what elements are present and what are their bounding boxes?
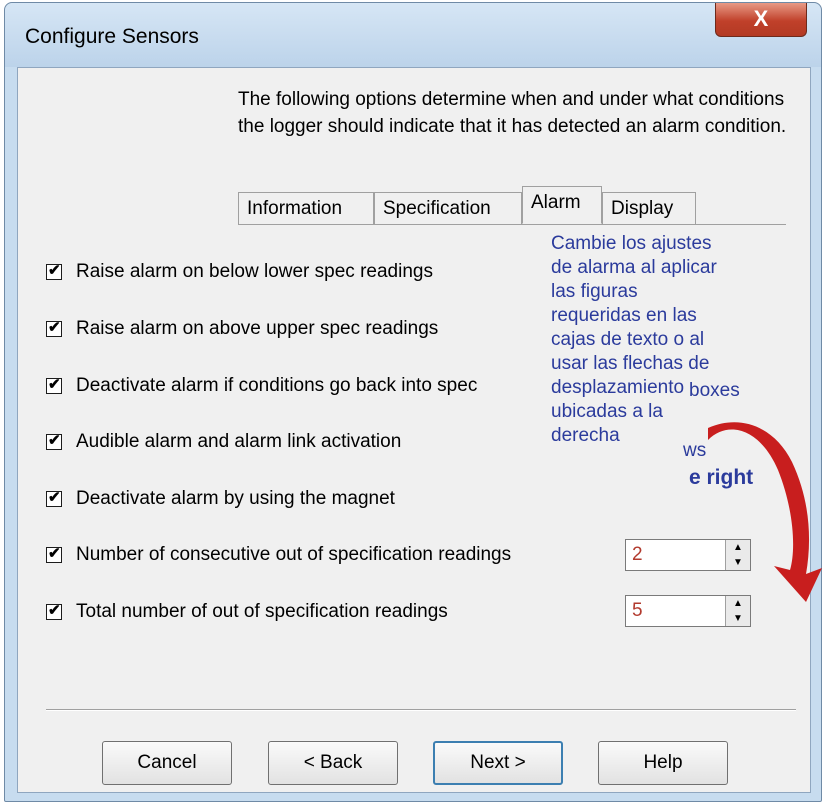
- option-label: Raise alarm on above upper spec readings: [76, 318, 439, 339]
- option-above-upper-spec[interactable]: ✔ Raise alarm on above upper spec readin…: [46, 316, 438, 342]
- annotation-line: derecha: [551, 425, 620, 446]
- option-label: Raise alarm on below lower spec readings: [76, 261, 433, 282]
- spinner-value[interactable]: 2: [632, 544, 643, 566]
- option-total-readings[interactable]: ✔ Total number of out of specification r…: [46, 599, 448, 625]
- annotation-line: Cambie los ajustes: [551, 233, 712, 254]
- checkbox[interactable]: ✔: [46, 262, 62, 280]
- option-label: Total number of out of specification rea…: [76, 601, 448, 622]
- option-deactivate-back-in-spec[interactable]: ✔ Deactivate alarm if conditions go back…: [46, 373, 477, 399]
- annotation-line: cajas de texto o al: [551, 329, 705, 350]
- tab-label: Information: [247, 198, 343, 219]
- option-label: Number of consecutive out of specificati…: [76, 544, 512, 565]
- check-icon: ✔: [48, 489, 61, 506]
- check-icon: ✔: [48, 262, 61, 279]
- annotation-line: las figuras: [551, 281, 638, 302]
- option-deactivate-magnet[interactable]: ✔ Deactivate alarm by using the magnet: [46, 486, 395, 512]
- tab-display[interactable]: Display: [602, 192, 696, 224]
- tab-divider: [238, 224, 786, 225]
- tab-alarm[interactable]: Alarm: [522, 186, 602, 224]
- annotation-note: Cambie los ajustes de alarma al aplicar …: [551, 232, 771, 448]
- check-icon: ✔: [48, 319, 61, 336]
- description-text: The following options determine when and…: [238, 89, 787, 137]
- button-label: Next >: [470, 752, 526, 773]
- annotation-line: requeridas en las: [551, 305, 697, 326]
- title-bar[interactable]: Configure Sensors X: [5, 3, 821, 67]
- check-icon: ✔: [48, 432, 61, 449]
- tab-specification[interactable]: Specification: [374, 192, 522, 224]
- window-title: Configure Sensors: [25, 25, 199, 48]
- option-label: Deactivate alarm if conditions go back i…: [76, 375, 478, 396]
- tab-information[interactable]: Information: [238, 192, 374, 224]
- annotation-line: de alarma al aplicar: [551, 257, 717, 278]
- cancel-button[interactable]: Cancel: [102, 741, 232, 785]
- button-label: Help: [643, 752, 683, 773]
- help-button[interactable]: Help: [598, 741, 728, 785]
- close-icon: X: [753, 6, 769, 31]
- tab-label: Display: [611, 198, 674, 219]
- button-label: < Back: [303, 752, 363, 773]
- annotation-line: ubicadas a la: [551, 401, 663, 422]
- annotation-line: usar las flechas de: [551, 353, 710, 374]
- button-label: Cancel: [137, 752, 197, 773]
- checkbox[interactable]: ✔: [46, 545, 62, 563]
- checkbox[interactable]: ✔: [46, 376, 62, 394]
- checkbox[interactable]: ✔: [46, 602, 62, 620]
- next-button[interactable]: Next >: [433, 741, 563, 785]
- check-icon: ✔: [48, 545, 61, 562]
- back-button[interactable]: < Back: [268, 741, 398, 785]
- tab-label: Alarm: [531, 192, 581, 213]
- tab-label: Specification: [383, 198, 491, 219]
- button-separator: [46, 709, 796, 711]
- check-icon: ✔: [48, 376, 61, 393]
- option-label: Deactivate alarm by using the magnet: [76, 488, 395, 509]
- annotation-line: desplazamiento: [551, 377, 685, 398]
- checkbox[interactable]: ✔: [46, 432, 62, 450]
- close-button[interactable]: X: [715, 3, 807, 37]
- spinner-value[interactable]: 5: [632, 600, 643, 622]
- option-below-lower-spec[interactable]: ✔ Raise alarm on below lower spec readin…: [46, 259, 433, 285]
- checkbox[interactable]: ✔: [46, 319, 62, 337]
- checkbox[interactable]: ✔: [46, 489, 62, 507]
- option-consecutive-readings[interactable]: ✔ Number of consecutive out of specifica…: [46, 542, 511, 568]
- option-label: Audible alarm and alarm link activation: [76, 431, 402, 452]
- option-audible-alarm[interactable]: ✔ Audible alarm and alarm link activatio…: [46, 429, 401, 455]
- check-icon: ✔: [48, 602, 61, 619]
